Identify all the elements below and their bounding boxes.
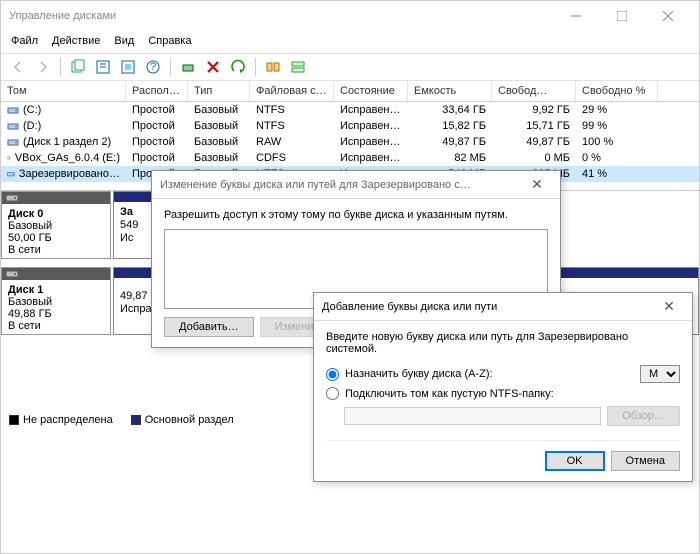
- disk-label-1[interactable]: Диск 1 Базовый 49,88 ГБ В сети: [1, 267, 111, 335]
- refresh-button[interactable]: [92, 56, 114, 78]
- toolbar-button-1[interactable]: [67, 56, 89, 78]
- svg-text:?: ?: [150, 61, 156, 73]
- drive-icon: [7, 120, 19, 132]
- close-icon[interactable]: ✕: [654, 298, 684, 315]
- menu-file[interactable]: Файл: [11, 35, 38, 47]
- col-freepct[interactable]: Свободно %: [576, 81, 658, 101]
- volume-list: Том Располо… Тип Файловая с… Состояние Е…: [1, 81, 699, 182]
- menubar: Файл Действие Вид Справка: [1, 31, 699, 53]
- dialog-title: Изменение буквы диска или путей для Заре…: [160, 179, 522, 191]
- mount-folder-radio[interactable]: [326, 387, 339, 400]
- toolbar-button-3[interactable]: [117, 56, 139, 78]
- toolbar-button-5[interactable]: [177, 56, 199, 78]
- volume-row[interactable]: VBox_GAs_6.0.4 (E:)ПростойБазовыйCDFSИсп…: [1, 150, 699, 166]
- menu-view[interactable]: Вид: [114, 35, 134, 47]
- window-title: Управление дисками: [9, 10, 553, 22]
- volume-row[interactable]: (Диск 1 раздел 2)ПростойБазовыйRAWИсправ…: [1, 134, 699, 150]
- disk-name: Диск 0: [8, 208, 104, 220]
- minimize-button[interactable]: [553, 1, 599, 31]
- assign-letter-label: Назначить букву диска (A-Z):: [345, 368, 634, 380]
- partition[interactable]: За 549 Ис: [113, 191, 153, 259]
- col-capacity[interactable]: Емкость: [408, 81, 492, 101]
- col-layout[interactable]: Располо…: [126, 81, 188, 101]
- maximize-button[interactable]: [599, 1, 645, 31]
- col-volume[interactable]: Том: [1, 81, 126, 101]
- dialog-instruction: Разрешить доступ к этому тому по букве д…: [164, 209, 548, 221]
- back-button: [7, 56, 29, 78]
- col-type[interactable]: Тип: [188, 81, 250, 101]
- toolbar: ?: [1, 53, 699, 81]
- ok-button[interactable]: OK: [545, 451, 605, 471]
- disk-icon: [6, 269, 18, 279]
- cd-icon: [7, 152, 11, 164]
- disk-icon: [6, 193, 18, 203]
- assign-letter-radio[interactable]: [326, 368, 339, 381]
- volume-row[interactable]: (C:)ПростойБазовыйNTFSИсправен…33,64 ГБ9…: [1, 102, 699, 118]
- close-icon[interactable]: ✕: [522, 176, 552, 193]
- menu-help[interactable]: Справка: [148, 35, 191, 47]
- titlebar: Управление дисками: [1, 1, 699, 31]
- menu-action[interactable]: Действие: [52, 35, 100, 47]
- add-drive-letter-dialog: Добавление буквы диска или пути ✕ Введит…: [313, 292, 693, 482]
- disk-label-0[interactable]: Диск 0 Базовый 50,00 ГБ В сети: [1, 191, 111, 259]
- mount-folder-label: Подключить том как пустую NTFS-папку:: [345, 388, 554, 400]
- drive-letter-select[interactable]: M: [640, 365, 680, 383]
- close-button[interactable]: [645, 1, 691, 31]
- drive-icon: [7, 104, 19, 116]
- toolbar-button-8[interactable]: [262, 56, 284, 78]
- dialog-title: Добавление буквы диска или пути: [322, 301, 654, 313]
- drive-icon: [7, 168, 15, 180]
- volume-row[interactable]: (D:)ПростойБазовыйNTFSИсправен…15,82 ГБ1…: [1, 118, 699, 134]
- browse-button: Обзор…: [607, 406, 680, 426]
- cancel-button[interactable]: Отмена: [611, 451, 680, 471]
- toolbar-button-7[interactable]: [227, 56, 249, 78]
- toolbar-button-9[interactable]: [287, 56, 309, 78]
- legend: Не распределена Основной раздел: [9, 414, 234, 426]
- col-status[interactable]: Состояние: [334, 81, 408, 101]
- dialog-instruction: Введите новую букву диска или путь для З…: [326, 331, 680, 355]
- drive-icon: [7, 136, 19, 148]
- add-button[interactable]: Добавить…: [164, 317, 254, 337]
- mount-path-input: [344, 407, 601, 425]
- delete-button[interactable]: [202, 56, 224, 78]
- col-free[interactable]: Свобод…: [492, 81, 576, 101]
- disk-name: Диск 1: [8, 284, 104, 296]
- col-fs[interactable]: Файловая с…: [250, 81, 334, 101]
- help-button[interactable]: ?: [142, 56, 164, 78]
- volume-list-header: Том Располо… Тип Файловая с… Состояние Е…: [1, 81, 699, 102]
- forward-button: [32, 56, 54, 78]
